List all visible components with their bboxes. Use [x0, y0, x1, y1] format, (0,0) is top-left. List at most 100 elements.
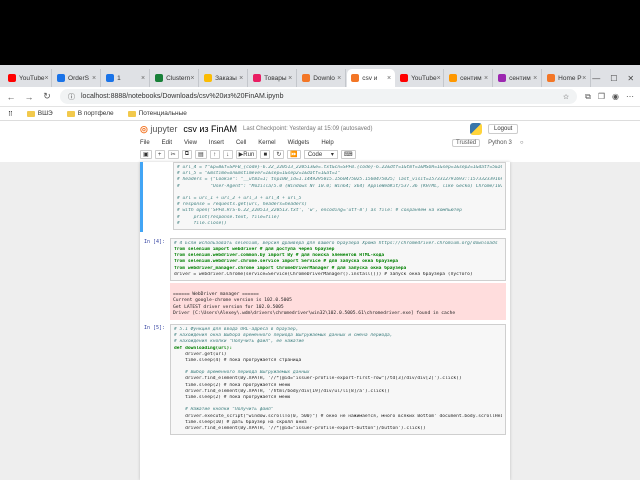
favicon-icon — [449, 74, 458, 82]
tab-close-icon[interactable]: × — [582, 75, 586, 82]
code-editor[interactable]: # 4 Если использовать selenium, версия д… — [170, 237, 506, 281]
forward-icon[interactable]: → — [24, 92, 34, 102]
menu-item[interactable]: Cell — [236, 140, 246, 146]
logout-button[interactable]: Logout — [488, 124, 519, 134]
tab-close-icon[interactable]: × — [239, 75, 243, 82]
tab-close-icon[interactable]: × — [141, 75, 145, 82]
notebook-area: # url_4 = f"&p=8&f=SPFB_{code}-6.22_2205… — [0, 162, 640, 480]
folder-icon — [26, 110, 35, 117]
code-editor[interactable]: # url_4 = f"&p=8&f=SPFB_{code}-6.22_2205… — [173, 162, 506, 230]
restart-run-icon[interactable]: ⏩ — [287, 150, 301, 159]
kernel-name: Python 3 — [488, 139, 512, 146]
cell-type-select[interactable]: Code ▾ — [303, 150, 338, 159]
jupyter-toolbar: ▣ + ✂ ⧉ ▤ ↑ ↓ ▶ Run ■ ↻ ⏩ Code ▾ ⌨ — [140, 149, 510, 160]
tab-close-icon[interactable]: × — [288, 75, 292, 82]
profile-icon[interactable]: ◉ — [612, 92, 619, 102]
kernel-indicator-icon: ○ — [519, 139, 524, 146]
minimize-icon[interactable]: — — [592, 74, 600, 83]
keyboard-icon[interactable]: ⌨ — [340, 150, 356, 159]
tab-label: Товары — [264, 74, 287, 82]
browser-tab-bar: YouTube × OrderS × 1 × Clustern × Заказы × Товары ×… — [0, 65, 640, 87]
jupyter-logo[interactable]: ◎ jupyter — [140, 124, 177, 135]
kernel-status: Trusted Python 3 ○ — [452, 137, 523, 148]
cell-type-value: Code — [307, 151, 323, 158]
reload-icon[interactable]: ↻ — [42, 91, 52, 102]
browser-tab[interactable]: сентим × — [494, 69, 543, 87]
browser-tab[interactable]: Home P × — [543, 69, 592, 87]
info-icon[interactable]: ⓘ — [68, 92, 75, 102]
bookmark-label: В портфеле — [77, 110, 114, 117]
tab-close-icon[interactable]: × — [533, 75, 537, 82]
apps-icon[interactable]: ⠿ — [8, 110, 13, 118]
bookmark-folder[interactable]: В портфеле — [66, 110, 114, 117]
cell-prompt: In [5]: — [144, 324, 166, 331]
maximize-icon[interactable]: ☐ — [610, 74, 617, 83]
tab-close-icon[interactable]: × — [484, 75, 488, 82]
browser-tab[interactable]: 1 × — [102, 69, 151, 87]
menu-item[interactable]: View — [184, 140, 197, 146]
tab-close-icon[interactable]: × — [337, 75, 341, 82]
cut-icon[interactable]: ✂ — [167, 150, 179, 159]
notebook-page: # url_4 = f"&p=8&f=SPFB_{code}-6.22_2205… — [140, 162, 510, 480]
window-controls: — ☐ ✕ — [592, 69, 640, 87]
star-icon[interactable]: ☆ — [563, 93, 569, 101]
output-line: Driver [C:\Users\Alexey\.wdm\drivers\chr… — [173, 310, 456, 316]
jupyter-header: ◎ jupyter csv из FinAM Last Checkpoint: … — [0, 121, 640, 137]
tab-label: Downlo — [313, 74, 335, 82]
menu-item[interactable]: Kernel — [258, 140, 275, 146]
url-input[interactable]: ⓘ localhost:8888/notebooks/Downloads/csv… — [60, 89, 578, 104]
browser-tab[interactable]: Заказы × — [200, 69, 249, 87]
close-icon[interactable]: ✕ — [627, 74, 634, 83]
restart-icon[interactable]: ↻ — [273, 150, 285, 159]
bookmark-label: Потенциальные — [138, 110, 187, 117]
favicon-icon — [253, 74, 262, 82]
save-icon[interactable]: ▣ — [140, 150, 152, 159]
favicon-icon — [8, 74, 16, 82]
move-down-icon[interactable]: ↓ — [222, 150, 233, 159]
tab-close-icon[interactable]: × — [45, 75, 49, 82]
menu-icon[interactable]: ⋯ — [626, 92, 634, 102]
bookmark-folder[interactable]: ВШЭ — [26, 110, 53, 117]
tab-close-icon[interactable]: × — [437, 75, 441, 82]
bookmark-folder[interactable]: Потенциальные — [127, 110, 187, 117]
browser-tab[interactable]: Товары × — [249, 69, 298, 87]
move-up-icon[interactable]: ↑ — [209, 150, 220, 159]
extensions: ⧉ ❐ ◉ ⋯ — [585, 92, 634, 102]
copy-icon[interactable]: ⧉ — [181, 150, 192, 159]
menu-item[interactable]: Edit — [162, 140, 172, 146]
extension-icon[interactable]: ⧉ — [585, 92, 591, 102]
url-text: localhost:8888/notebooks/Downloads/csv%2… — [81, 93, 284, 100]
notebook-title[interactable]: csv из FinAM — [183, 124, 237, 134]
notebook-cell[interactable]: In [5]: # 5.1 Функция для ввода URL-адрес… — [140, 322, 510, 437]
collections-icon[interactable]: ❐ — [598, 92, 605, 102]
browser-tab[interactable]: YouTube × — [4, 69, 53, 87]
notebook-cell[interactable]: In [4]: # 4 Если использовать selenium, в… — [140, 236, 510, 322]
back-icon[interactable]: ← — [6, 92, 16, 102]
tab-label: OrderS — [68, 74, 89, 82]
browser-tab[interactable]: OrderS × — [53, 69, 102, 87]
code-line: driver.execute_script("window.scrollTo(0… — [174, 413, 502, 419]
trusted-badge[interactable]: Trusted — [452, 138, 481, 147]
folder-icon — [127, 110, 136, 117]
browser-tab[interactable]: csv и × — [347, 69, 396, 87]
menu-item[interactable]: File — [140, 140, 150, 146]
address-bar: ← → ↻ ⓘ localhost:8888/notebooks/Downloa… — [0, 87, 640, 107]
cell-output-stderr: ====== WebDriver manager ====== Current g… — [170, 283, 506, 320]
paste-icon[interactable]: ▤ — [195, 150, 207, 159]
tab-label: YouTube — [19, 74, 45, 82]
browser-tab[interactable]: Downlo × — [298, 69, 347, 87]
browser-tab[interactable]: YouTube × — [396, 69, 445, 87]
tab-close-icon[interactable]: × — [92, 75, 96, 82]
menu-item[interactable]: Widgets — [288, 140, 310, 146]
interrupt-icon[interactable]: ■ — [260, 150, 271, 159]
add-cell-icon[interactable]: + — [154, 150, 165, 159]
notebook-cell[interactable]: # url_4 = f"&p=8&f=SPFB_{code}-6.22_2205… — [140, 162, 510, 232]
code-editor[interactable]: # 5.1 Функция для ввода URL-адреса в бра… — [170, 323, 506, 436]
browser-tab[interactable]: Clustern × — [151, 69, 200, 87]
menu-item[interactable]: Help — [321, 140, 333, 146]
browser-tab[interactable]: сентим × — [445, 69, 494, 87]
tab-close-icon[interactable]: × — [387, 75, 391, 82]
run-button[interactable]: ▶ Run — [235, 150, 258, 159]
menu-item[interactable]: Insert — [209, 140, 224, 146]
tab-close-icon[interactable]: × — [190, 75, 194, 82]
